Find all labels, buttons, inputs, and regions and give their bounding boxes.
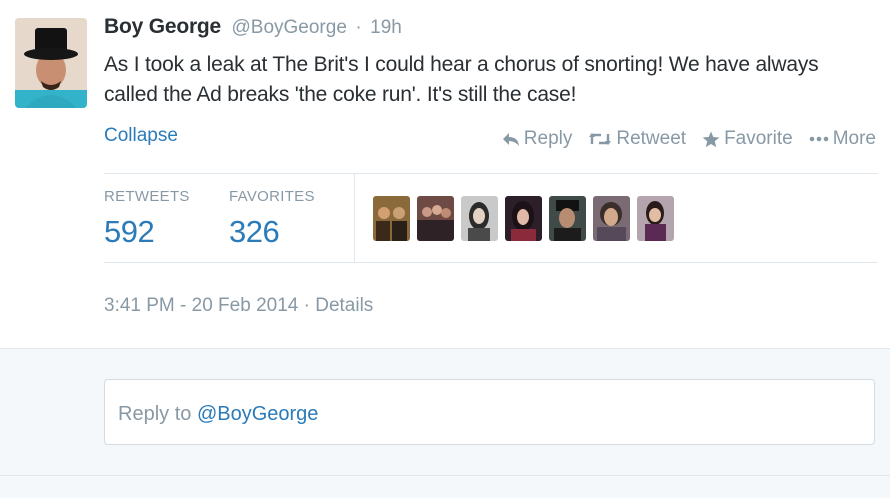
star-icon — [702, 130, 720, 148]
favoriter-avatar[interactable] — [417, 196, 454, 241]
tweet-card: Boy George @BoyGeorge · 19h As I took a … — [0, 0, 890, 348]
reply-button[interactable]: Reply — [502, 128, 573, 150]
divider — [104, 173, 878, 174]
details-link[interactable]: Details — [315, 295, 373, 316]
favorite-label: Favorite — [724, 128, 793, 149]
favoriter-avatar[interactable] — [461, 196, 498, 241]
reply-area: Reply to @BoyGeorge — [0, 348, 890, 498]
meta-separator: · — [303, 295, 310, 316]
username[interactable]: @BoyGeorge — [231, 17, 346, 38]
tweet-timestamp[interactable]: 3:41 PM - 20 Feb 2014 — [104, 295, 298, 316]
retweets-label: RETWEETS — [104, 188, 190, 205]
tweet-time[interactable]: 19h — [370, 17, 402, 38]
avatar[interactable] — [15, 18, 87, 108]
divider — [104, 262, 878, 263]
retweet-button[interactable]: Retweet — [588, 128, 686, 150]
reply-arrow-icon — [502, 131, 520, 147]
favoriters-avatars — [373, 196, 674, 241]
favoriter-avatar[interactable] — [637, 196, 674, 241]
retweets-count: 592 — [104, 214, 155, 249]
favoriter-avatar[interactable] — [593, 196, 630, 241]
favorite-button[interactable]: Favorite — [702, 128, 793, 150]
reply-label: Reply — [523, 128, 573, 149]
reply-mention: @BoyGeorge — [196, 403, 319, 425]
favoriter-avatar[interactable] — [505, 196, 542, 241]
more-label: More — [832, 128, 876, 149]
tweet-text: As I took a leak at The Brit's I could h… — [104, 53, 819, 106]
more-button[interactable]: More — [809, 128, 876, 150]
favorites-stat[interactable]: FAVORITES 326 — [229, 188, 315, 250]
ellipsis-icon — [809, 136, 829, 142]
stats-divider — [354, 174, 355, 262]
favorites-count: 326 — [229, 214, 280, 249]
reply-input[interactable]: Reply to @BoyGeorge — [104, 379, 875, 445]
retweet-icon — [588, 131, 612, 147]
favoriter-avatar[interactable] — [549, 196, 586, 241]
retweets-stat[interactable]: RETWEETS 592 — [104, 188, 190, 250]
favorites-label: FAVORITES — [229, 188, 315, 205]
tweet-header: Boy George @BoyGeorge · 19h — [104, 15, 402, 39]
header-separator: · — [355, 17, 362, 38]
fullname[interactable]: Boy George — [104, 15, 221, 38]
retweet-label: Retweet — [616, 128, 687, 149]
tweet-actions: Reply Retweet Favorite More — [502, 128, 876, 150]
tweet-meta: 3:41 PM - 20 Feb 2014 · Details — [104, 295, 373, 317]
divider — [0, 475, 890, 476]
collapse-link[interactable]: Collapse — [104, 125, 178, 147]
reply-prefix: Reply to — [118, 403, 192, 425]
favoriter-avatar[interactable] — [373, 196, 410, 241]
